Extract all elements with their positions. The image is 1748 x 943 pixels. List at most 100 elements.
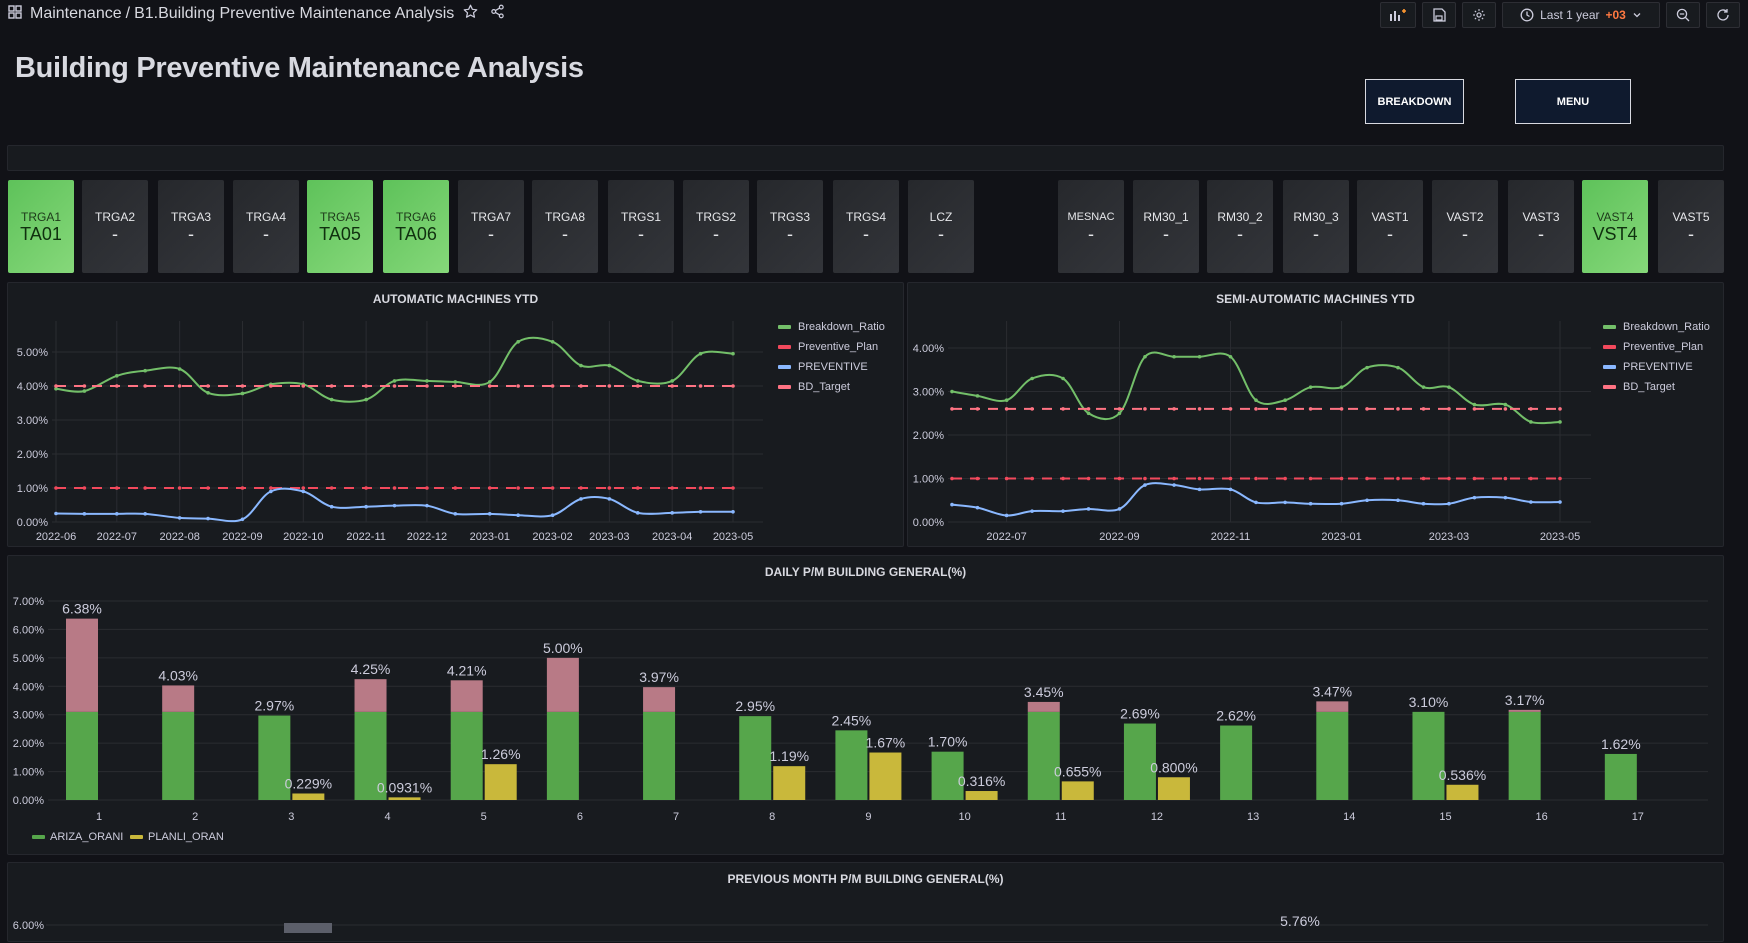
x-tick-label: 9 xyxy=(865,811,871,823)
data-point xyxy=(143,384,147,388)
tile-trga2[interactable]: TRGA2- xyxy=(82,180,148,273)
tile-trgs1[interactable]: TRGS1- xyxy=(608,180,674,273)
tile-trga4[interactable]: TRGA4- xyxy=(233,180,299,273)
data-point xyxy=(1117,411,1122,416)
x-tick-label: 2 xyxy=(192,811,198,823)
refresh-button[interactable] xyxy=(1706,2,1740,28)
data-point xyxy=(329,384,334,388)
tile-value: - xyxy=(112,223,118,244)
data-point xyxy=(1421,476,1426,481)
time-range-picker[interactable]: Last 1 year +03 xyxy=(1502,2,1660,28)
bar-ariza-excess xyxy=(450,680,483,712)
y-tick-label: 5.00% xyxy=(17,347,48,359)
tile-trgs2[interactable]: TRGS2- xyxy=(683,180,749,273)
tile-vast1[interactable]: VAST1- xyxy=(1357,180,1423,273)
menu-button[interactable]: MENU xyxy=(1515,79,1631,124)
data-point xyxy=(1558,476,1562,481)
data-point xyxy=(453,384,458,388)
tile-trgs3[interactable]: TRGS3- xyxy=(757,180,823,273)
share-icon[interactable] xyxy=(490,4,505,24)
breakdown-button[interactable]: BREAKDOWN xyxy=(1365,79,1464,124)
save-dashboard-button[interactable] xyxy=(1422,2,1456,28)
data-point xyxy=(1472,495,1477,500)
y-tick-label: 4.00% xyxy=(17,381,48,393)
data-point xyxy=(1143,483,1147,487)
tile-rm30-1[interactable]: RM30_1- xyxy=(1133,180,1199,273)
tile-trga8[interactable]: TRGA8- xyxy=(532,180,598,273)
data-point xyxy=(670,511,674,515)
y-tick-label: 0.00% xyxy=(13,795,44,807)
zoom-out-button[interactable] xyxy=(1666,2,1700,28)
tile-lcz[interactable]: LCZ - xyxy=(908,180,974,273)
series-line-breakdown-ratio xyxy=(951,351,1561,425)
tile-value: TA06 xyxy=(395,223,437,244)
data-point xyxy=(269,486,273,490)
tile-value: VST4 xyxy=(1592,223,1638,244)
data-point xyxy=(1030,376,1034,381)
data-point xyxy=(1421,385,1426,389)
legend-label: BD_Target xyxy=(1623,381,1675,393)
tile-trga3[interactable]: TRGA3- xyxy=(158,180,224,273)
data-point xyxy=(698,486,703,490)
tile-trga5[interactable]: TRGA5 TA05 xyxy=(307,180,373,273)
data-label: 1.70% xyxy=(928,734,968,750)
tile-rm30-2[interactable]: RM30_2- xyxy=(1207,180,1273,273)
tile-mesnac[interactable]: MESNAC - xyxy=(1058,180,1124,273)
data-point xyxy=(392,384,397,388)
tile-vast3[interactable]: VAST3- xyxy=(1508,180,1574,273)
page-title: Building Preventive Maintenance Analysis xyxy=(15,52,584,84)
data-point xyxy=(579,384,583,388)
data-point xyxy=(635,379,640,383)
y-tick-label: 5.00% xyxy=(13,653,44,665)
data-point xyxy=(1365,365,1369,370)
data-point xyxy=(1004,407,1009,411)
dashboard-title[interactable]: B1.Building Preventive Maintenance Analy… xyxy=(134,5,454,23)
dashboard-settings-button[interactable] xyxy=(1462,2,1496,28)
y-tick-label: 1.00% xyxy=(13,767,44,779)
data-label: 0.800% xyxy=(1150,759,1197,775)
add-panel-button[interactable] xyxy=(1380,2,1416,28)
data-point xyxy=(607,384,612,388)
data-label: 4.25% xyxy=(351,661,391,677)
tile-rm30-3[interactable]: RM30_3- xyxy=(1283,180,1349,273)
y-tick-label: 2.00% xyxy=(13,738,44,750)
tile-label: TRGS2 xyxy=(695,209,736,224)
y-tick-label: 0.00% xyxy=(913,517,944,529)
data-point xyxy=(1172,407,1176,411)
dashboards-grid-icon[interactable] xyxy=(8,4,22,24)
tile-label: VAST5 xyxy=(1672,209,1710,224)
tile-vast5[interactable]: VAST5- xyxy=(1658,180,1724,273)
data-point xyxy=(1086,507,1091,511)
chevron-down-icon xyxy=(1632,10,1642,20)
legend-label: PREVENTIVE xyxy=(798,361,868,373)
bar-ariza-excess xyxy=(66,618,98,712)
bar-ariza-excess xyxy=(546,657,579,712)
data-point xyxy=(670,384,674,388)
tile-label: TRGA5 xyxy=(319,209,360,224)
tile-trga1[interactable]: TRGA1 TA01 xyxy=(8,180,74,273)
data-point xyxy=(82,512,87,516)
x-tick-label: 11 xyxy=(1055,811,1066,823)
tile-vast2[interactable]: VAST2- xyxy=(1432,180,1498,273)
data-point xyxy=(1396,407,1400,411)
data-point xyxy=(1529,407,1533,411)
data-point xyxy=(1339,476,1344,481)
tile-label: TRGA6 xyxy=(395,209,436,224)
tile-trga7[interactable]: TRGA7- xyxy=(458,180,524,273)
tile-trga6[interactable]: TRGA6 TA06 xyxy=(383,180,449,273)
data-point xyxy=(1254,500,1258,505)
tile-value: - xyxy=(1313,223,1319,244)
data-label: 0.316% xyxy=(958,773,1005,789)
star-icon[interactable] xyxy=(463,4,478,24)
daily-pm-chart: 0.00% 1.00% 2.00% 3.00% 4.00% 5.00% 6.00% 7.00%… xyxy=(13,596,1708,843)
data-point xyxy=(115,512,119,516)
x-tick-label: 3 xyxy=(288,811,294,823)
bar-ariza-orani xyxy=(450,711,483,800)
breadcrumb-folder[interactable]: Maintenance xyxy=(30,5,122,23)
legend-swatch xyxy=(1603,385,1616,389)
bar-planli-oran xyxy=(1446,784,1479,800)
tile-vast4[interactable]: VAST4 VST4 xyxy=(1582,180,1648,273)
data-point xyxy=(579,486,583,490)
tile-trgs4[interactable]: TRGS4- xyxy=(833,180,899,273)
legend-label: PREVENTIVE xyxy=(1623,361,1693,373)
